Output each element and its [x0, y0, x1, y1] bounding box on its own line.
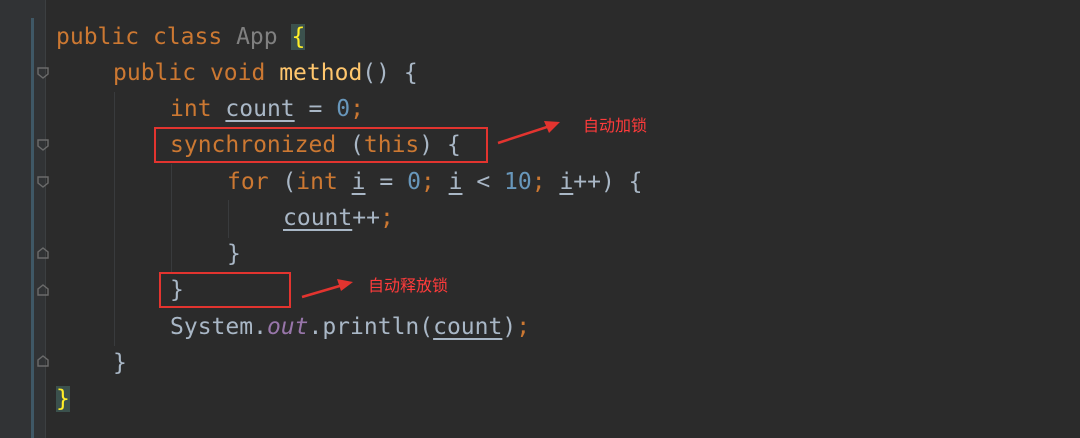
code-line-3[interactable]: int count = 0;: [170, 91, 364, 127]
unlock-highlight-box: [159, 272, 291, 308]
code-line-2[interactable]: public void method() {: [113, 55, 418, 91]
code-line-6[interactable]: count++;: [283, 200, 394, 236]
code-area[interactable]: public class App { public void method() …: [0, 0, 1080, 438]
lock-annotation: 自动加锁: [583, 116, 648, 135]
code-line-1[interactable]: public class App {: [56, 19, 306, 55]
lock-highlight-box: [154, 127, 488, 163]
code-line-11[interactable]: }: [56, 381, 70, 417]
indent-guide: [228, 200, 229, 238]
code-line-7[interactable]: }: [227, 236, 241, 272]
unlock-annotation: 自动释放锁: [368, 276, 449, 295]
indent-guide: [114, 92, 115, 346]
code-editor[interactable]: public class App { public void method() …: [0, 0, 1080, 438]
unlock-arrow-icon: [301, 279, 353, 299]
lock-arrow-icon: [497, 121, 560, 145]
code-line-10[interactable]: }: [113, 345, 127, 381]
indent-guide: [171, 164, 172, 274]
code-line-9[interactable]: System.out.println(count);: [170, 309, 530, 345]
code-line-5[interactable]: for (int i = 0; i < 10; i++) {: [227, 164, 643, 200]
